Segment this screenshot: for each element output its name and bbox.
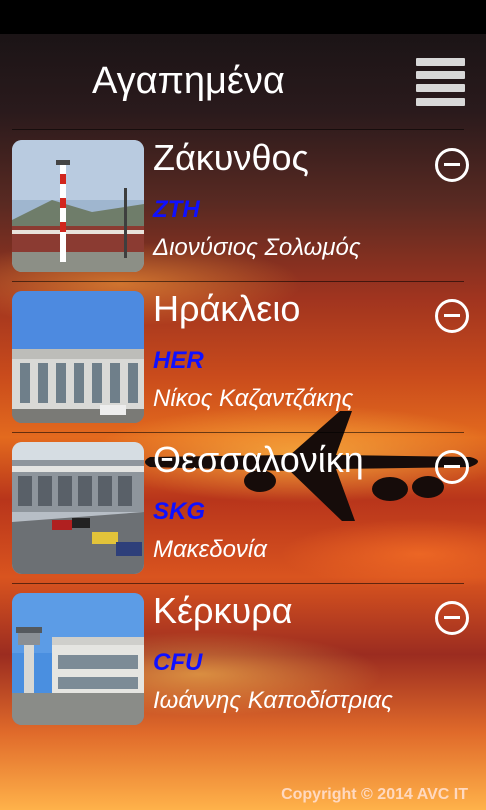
airport-photo-zakynthos	[12, 140, 144, 272]
minus-circle-icon[interactable]	[435, 450, 469, 484]
city-name: Κέρκυρα	[153, 590, 293, 631]
hamburger-menu-icon[interactable]	[416, 58, 465, 110]
airport-photo-corfu	[12, 593, 144, 725]
minus-circle-icon[interactable]	[435, 601, 469, 635]
divider	[12, 432, 464, 433]
airport-code: SKG	[153, 498, 206, 525]
airport-name: Διονύσιος Σολωμός	[153, 234, 361, 261]
airport-photo-thessaloniki	[12, 442, 144, 574]
city-name: Ηράκλειο	[153, 288, 301, 329]
airport-code: ZTH	[153, 196, 200, 223]
favorite-item-corfu[interactable]: Κέρκυρα CFU Ιωάννης Καποδίστριας	[12, 590, 482, 725]
page-title: Αγαπημένα	[92, 60, 285, 102]
airport-name: Νίκος Καζαντζάκης	[153, 385, 354, 412]
divider	[12, 281, 464, 282]
airport-name: Μακεδονία	[153, 536, 267, 563]
city-name: Ζάκυνθος	[153, 137, 309, 178]
favorite-item-heraklion[interactable]: Ηράκλειο HER Νίκος Καζαντζάκης	[12, 288, 482, 423]
status-bar	[0, 0, 486, 34]
minus-circle-icon[interactable]	[435, 148, 469, 182]
minus-circle-icon[interactable]	[435, 299, 469, 333]
airport-name: Ιωάννης Καποδίστριας	[153, 687, 393, 714]
favorite-item-zakynthos[interactable]: Ζάκυνθος ZTH Διονύσιος Σολωμός	[12, 137, 482, 272]
airport-photo-heraklion	[12, 291, 144, 423]
divider	[12, 583, 464, 584]
airport-code: CFU	[153, 649, 203, 676]
copyright-text: Copyright © 2014 AVC IT	[281, 786, 468, 803]
airport-code: HER	[153, 347, 204, 374]
divider	[12, 129, 464, 130]
city-name: Θεσσαλονίκη	[153, 439, 364, 480]
favorite-item-thessaloniki[interactable]: Θεσσαλονίκη SKG Μακεδονία	[12, 439, 482, 574]
